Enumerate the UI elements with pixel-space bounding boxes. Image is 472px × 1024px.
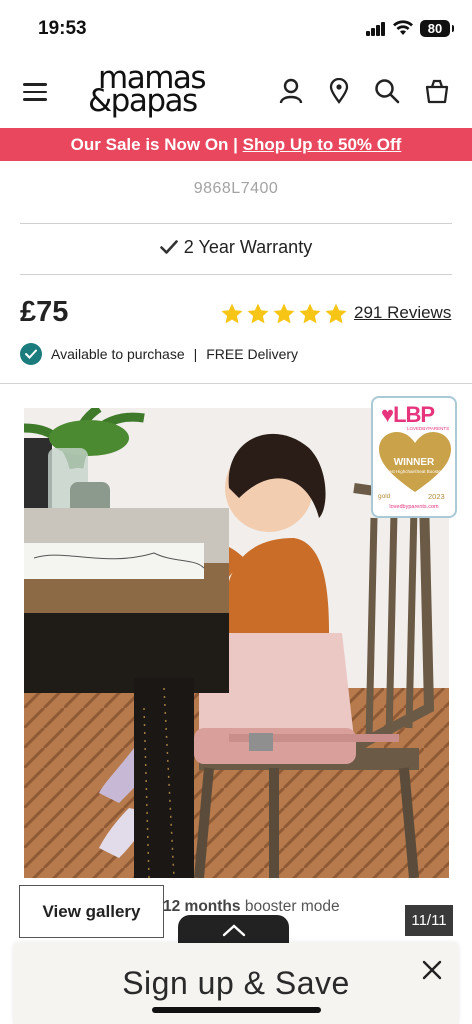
star-icon: [221, 303, 243, 324]
availability-row: Available to purchase | FREE Delivery: [20, 343, 298, 365]
product-price: £75: [20, 296, 69, 328]
divider: [20, 223, 452, 224]
search-icon[interactable]: [374, 78, 400, 104]
promo-text: Our Sale is Now On |: [70, 135, 243, 154]
chevron-up-icon: [222, 924, 246, 937]
home-indicator: [152, 1007, 321, 1013]
badge-year: 2023: [428, 492, 445, 501]
image-caption: 12 months booster mode: [163, 898, 340, 916]
rating-stars[interactable]: [220, 302, 348, 328]
battery-indicator: 80: [420, 20, 454, 37]
view-gallery-button[interactable]: View gallery: [19, 885, 164, 938]
star-icon: [247, 303, 269, 324]
badge-award: WINNER: [393, 457, 435, 468]
separator: |: [193, 346, 198, 362]
delivery-text: FREE Delivery: [206, 346, 299, 362]
divider: [0, 383, 472, 384]
logo-line2: &papas: [88, 83, 198, 119]
cellular-signal-icon: [366, 22, 386, 36]
store-locator-icon[interactable]: [329, 78, 349, 104]
badge-award-sub: Best Highchair/Seat Booster: [385, 469, 443, 474]
available-check-icon: [20, 343, 42, 365]
promo-link[interactable]: Shop Up to 50% Off: [243, 135, 402, 154]
status-bar: 19:53 80: [0, 0, 472, 56]
image-counter: 11/11: [405, 905, 453, 936]
sale-promo-banner[interactable]: Our Sale is Now On | Shop Up to 50% Off: [0, 128, 472, 161]
basket-icon[interactable]: [425, 78, 449, 104]
star-icon: [299, 303, 321, 324]
badge-url: lovedbyparents.com: [389, 504, 439, 510]
star-icon: [325, 303, 347, 324]
close-icon[interactable]: [421, 959, 443, 981]
status-time: 19:53: [38, 18, 87, 39]
product-sku: 9868L7400: [193, 180, 279, 197]
signup-title: Sign up & Save: [122, 965, 350, 1001]
menu-icon[interactable]: [23, 83, 47, 101]
caption-rest: booster mode: [240, 898, 340, 915]
checkmark-icon: [159, 240, 178, 254]
badge-tier: gold: [378, 493, 391, 500]
brand-logo[interactable]: mamas &papas: [88, 63, 218, 120]
divider: [20, 274, 452, 275]
warranty-info: 2 Year Warranty: [0, 237, 472, 258]
caption-bold: 12 months: [163, 898, 241, 915]
account-icon[interactable]: [279, 78, 303, 104]
availability-text: Available to purchase: [51, 346, 185, 362]
badge-brand: ♥LBP: [381, 402, 435, 427]
warranty-text: 2 Year Warranty: [183, 237, 313, 257]
reviews-link[interactable]: 291 Reviews: [354, 303, 451, 323]
badge-brand-sub: LOVEDBYPARENTS: [407, 426, 450, 431]
star-icon: [273, 303, 295, 324]
award-badge: ♥LBP LOVEDBYPARENTS WINNER Best Highchai…: [371, 396, 457, 518]
site-header: mamas &papas: [0, 56, 472, 128]
wifi-icon: [393, 20, 413, 35]
